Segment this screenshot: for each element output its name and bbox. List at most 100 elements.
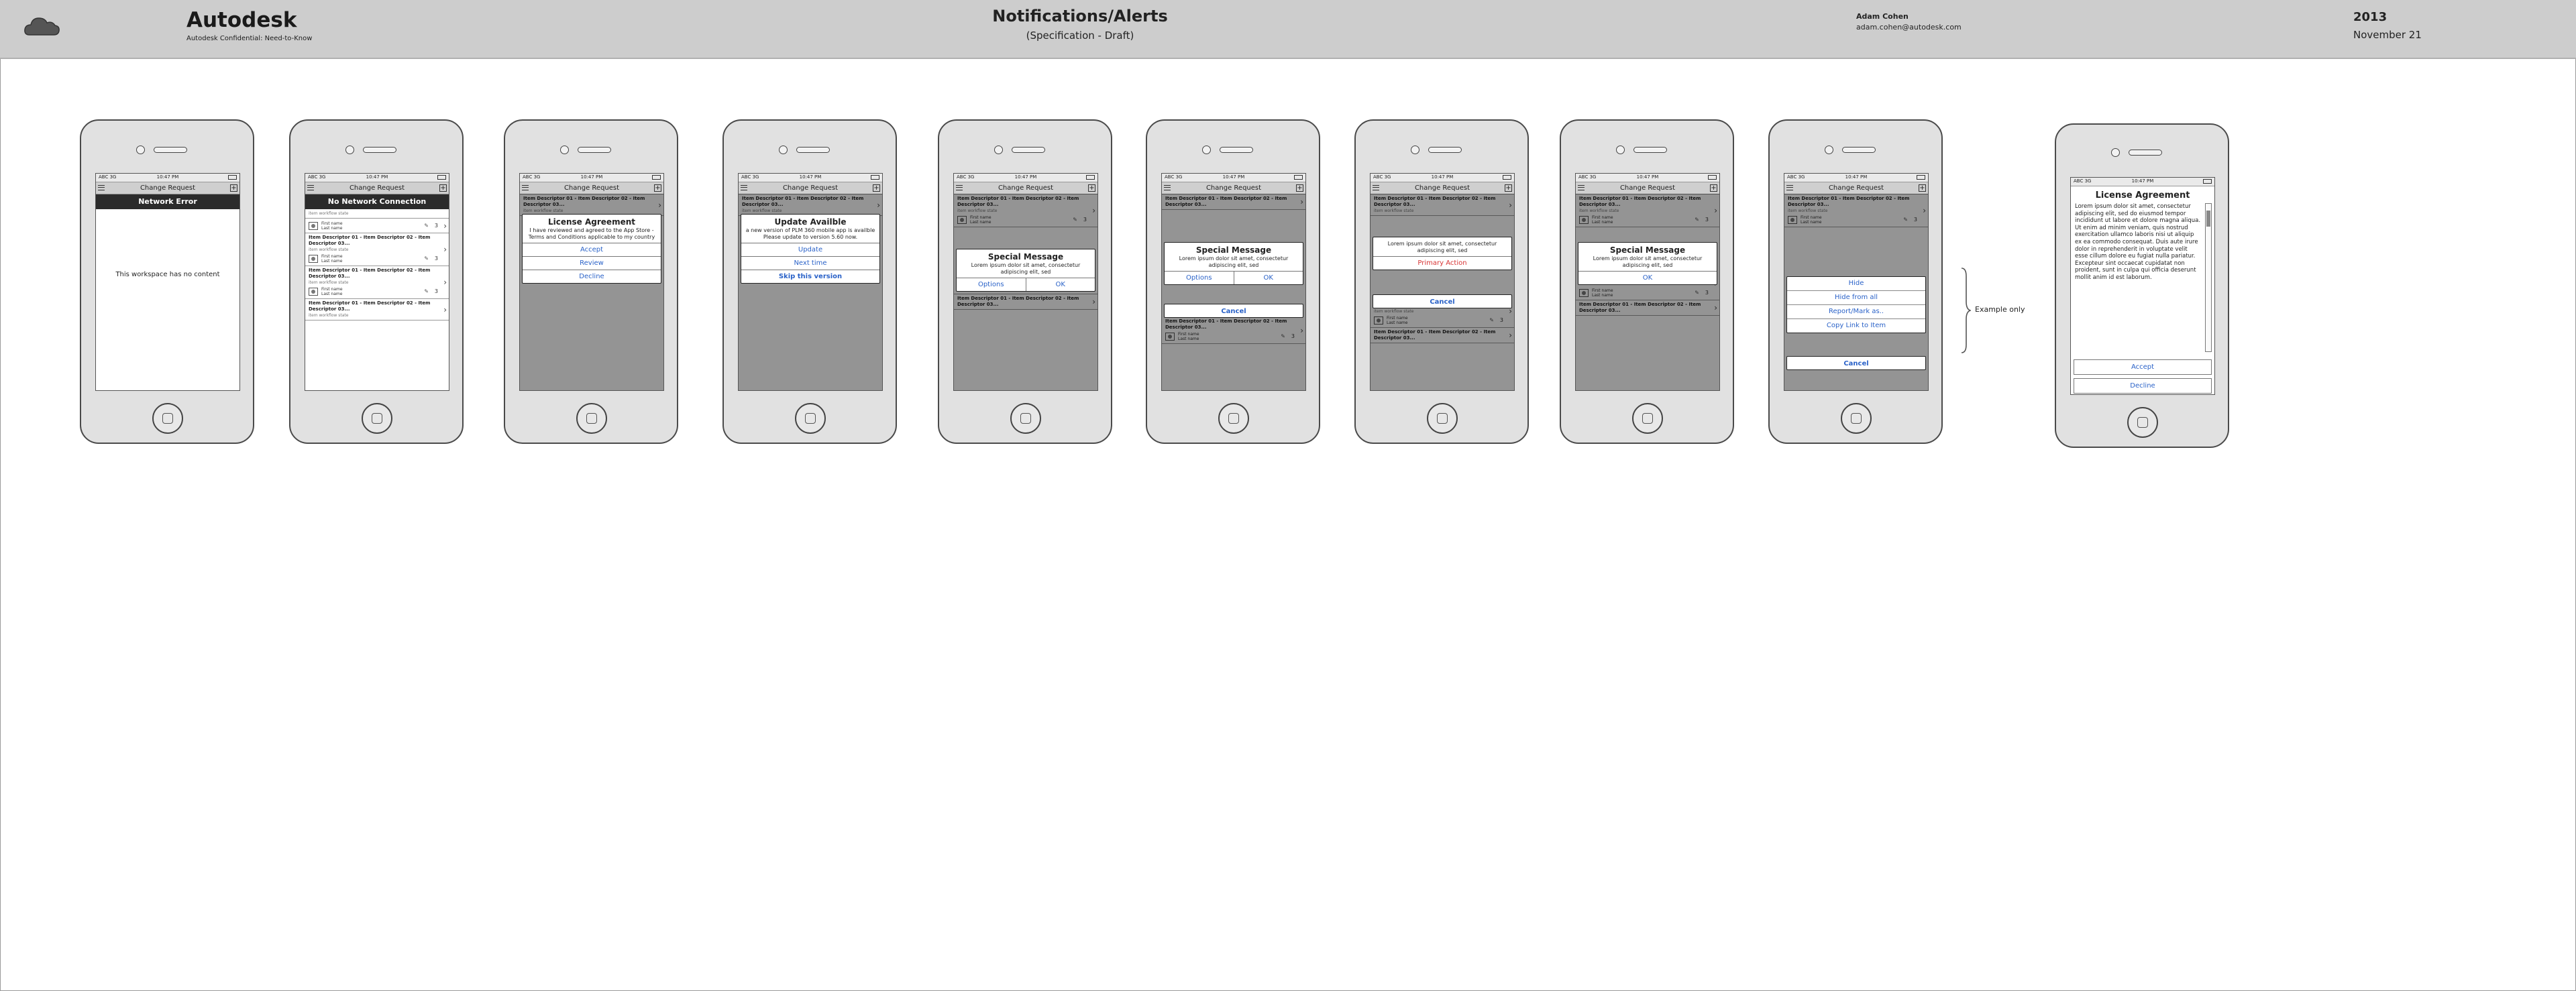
cancel-button[interactable]: Cancel xyxy=(1373,294,1512,308)
item-count: 3 xyxy=(434,255,438,261)
nav-bar: Change Request + xyxy=(1371,182,1514,194)
decline-button[interactable]: Decline xyxy=(2074,378,2212,394)
phone-network-error: ABC 3G 10:47 PM Change Request + Network E… xyxy=(80,119,254,444)
home-button[interactable] xyxy=(2127,407,2158,438)
phone-screen: ABC 3G 10:47 PM Change Request + Item Desc… xyxy=(519,173,664,391)
menu-icon[interactable] xyxy=(1578,185,1585,190)
options-button[interactable]: Options xyxy=(1165,272,1234,284)
camera-icon xyxy=(1616,145,1625,154)
plus-icon[interactable]: + xyxy=(1710,184,1717,192)
update-button[interactable]: Update xyxy=(741,243,879,256)
hide-button[interactable]: Hide xyxy=(1787,277,1925,290)
nav-bar: Change Request + xyxy=(739,182,882,194)
scrollbar[interactable] xyxy=(2205,203,2212,352)
phone-screen: ABC 3G 10:47 PM Change Request + Item Desc… xyxy=(953,173,1098,391)
doc-date: November 21 xyxy=(2353,29,2422,41)
home-button[interactable] xyxy=(795,403,826,434)
avatar xyxy=(309,255,318,263)
primary-action-dialog: Lorem ipsum dolor sit amet, consectetur … xyxy=(1373,237,1512,270)
home-button[interactable] xyxy=(152,403,183,434)
menu-icon[interactable] xyxy=(741,185,747,190)
dialog-title: Update Availble xyxy=(774,217,847,227)
license-actions: Accept Decline xyxy=(2074,356,2212,394)
home-button[interactable] xyxy=(1427,403,1458,434)
report-mark-button[interactable]: Report/Mark as.. xyxy=(1787,304,1925,318)
next-time-button[interactable]: Next time xyxy=(741,256,879,270)
modal-overlay xyxy=(954,194,1097,390)
ok-button[interactable]: OK xyxy=(1233,272,1303,284)
hide-from-all-button[interactable]: Hide from all xyxy=(1787,290,1925,304)
home-button[interactable] xyxy=(1010,403,1041,434)
cancel-button[interactable]: Cancel xyxy=(1786,356,1926,370)
nav-title: Change Request xyxy=(1414,184,1470,192)
cancel-button[interactable]: Cancel xyxy=(1164,304,1303,318)
review-button[interactable]: Review xyxy=(523,256,661,270)
speaker-icon xyxy=(2129,150,2162,156)
home-button[interactable] xyxy=(576,403,607,434)
decline-button[interactable]: Decline xyxy=(523,270,661,283)
menu-icon[interactable] xyxy=(307,185,314,190)
accept-button[interactable]: Accept xyxy=(523,243,661,256)
menu-icon[interactable] xyxy=(1164,185,1171,190)
copy-link-button[interactable]: Copy Link to Item xyxy=(1787,318,1925,333)
status-bar: ABC 3G 10:47 PM xyxy=(1371,174,1514,182)
speaker-icon xyxy=(578,147,611,153)
home-button[interactable] xyxy=(1218,403,1249,434)
ok-button[interactable]: OK xyxy=(1025,278,1095,291)
home-button[interactable] xyxy=(1841,403,1872,434)
list-item[interactable]: item workflow state xyxy=(305,209,449,219)
status-bar: ABC 3G 10:47 PM xyxy=(520,174,663,182)
item-list: item workflow state First name Last name ✎… xyxy=(305,209,449,320)
item-count: 3 xyxy=(434,223,438,229)
dialog-actions: Options OK xyxy=(957,278,1095,291)
nav-title: Change Request xyxy=(782,184,839,192)
list-item[interactable]: Item Descriptor 01 - Item Descriptor 02 … xyxy=(305,233,449,266)
menu-icon[interactable] xyxy=(1373,185,1379,190)
camera-icon xyxy=(1825,145,1833,154)
plus-icon[interactable]: + xyxy=(654,184,661,192)
scrollbar-thumb[interactable] xyxy=(2206,211,2210,227)
nav-bar: Change Request + xyxy=(954,182,1097,194)
camera-icon xyxy=(1202,145,1211,154)
time-label: 10:47 PM xyxy=(580,174,603,180)
edit-icon: ✎ xyxy=(424,255,429,261)
example-note: Example only xyxy=(1975,305,2025,314)
dialog-body: I have reviewed and agreed to the App St… xyxy=(528,227,655,240)
plus-icon[interactable]: + xyxy=(439,184,447,192)
menu-icon[interactable] xyxy=(98,185,105,190)
time-label: 10:47 PM xyxy=(1636,174,1659,180)
item-status: item workflow state xyxy=(309,247,349,252)
options-button[interactable]: Options xyxy=(957,278,1026,291)
empty-message: This workspace has no content xyxy=(115,271,220,278)
ok-button[interactable]: OK xyxy=(1578,271,1717,284)
phone-license-dialog: ABC 3G 10:47 PM Change Request + Item Desc… xyxy=(504,119,678,444)
home-button[interactable] xyxy=(362,403,392,434)
plus-icon[interactable]: + xyxy=(1088,184,1095,192)
skip-version-button[interactable]: Skip this version xyxy=(741,270,879,283)
plus-icon[interactable]: + xyxy=(1505,184,1512,192)
menu-icon[interactable] xyxy=(1786,185,1793,190)
nav-title: Change Request xyxy=(998,184,1054,192)
phone-special-message-cancel: ABC 3G 10:47 PM Change Request + Item Desc… xyxy=(1146,119,1320,444)
nav-title: Change Request xyxy=(1828,184,1884,192)
phone-screen: ABC 3G 10:47 PM Change Request + Network E… xyxy=(95,173,240,391)
brace-icon xyxy=(1961,268,1971,353)
menu-icon[interactable] xyxy=(522,185,529,190)
list-item[interactable]: Item Descriptor 01 - Item Descriptor 02 … xyxy=(305,299,449,320)
status-bar: ABC 3G 10:47 PM xyxy=(96,174,239,182)
plus-icon[interactable]: + xyxy=(1919,184,1926,192)
author-name: Adam Cohen xyxy=(1856,12,1909,21)
plus-icon[interactable]: + xyxy=(1296,184,1303,192)
dialog-body: Lorem ipsum dolor sit amet, consectetur … xyxy=(971,262,1081,275)
primary-action-button[interactable]: Primary Action xyxy=(1373,256,1511,270)
accept-button[interactable]: Accept xyxy=(2074,359,2212,375)
speaker-icon xyxy=(1012,147,1045,153)
home-button[interactable] xyxy=(1632,403,1663,434)
list-item[interactable]: First name Last name ✎ 3 › xyxy=(305,219,449,233)
modal-overlay xyxy=(1371,194,1514,390)
plus-icon[interactable]: + xyxy=(230,184,237,192)
plus-icon[interactable]: + xyxy=(873,184,880,192)
menu-icon[interactable] xyxy=(956,185,963,190)
list-item[interactable]: Item Descriptor 01 - Item Descriptor 02 … xyxy=(305,266,449,299)
camera-icon xyxy=(345,145,354,154)
